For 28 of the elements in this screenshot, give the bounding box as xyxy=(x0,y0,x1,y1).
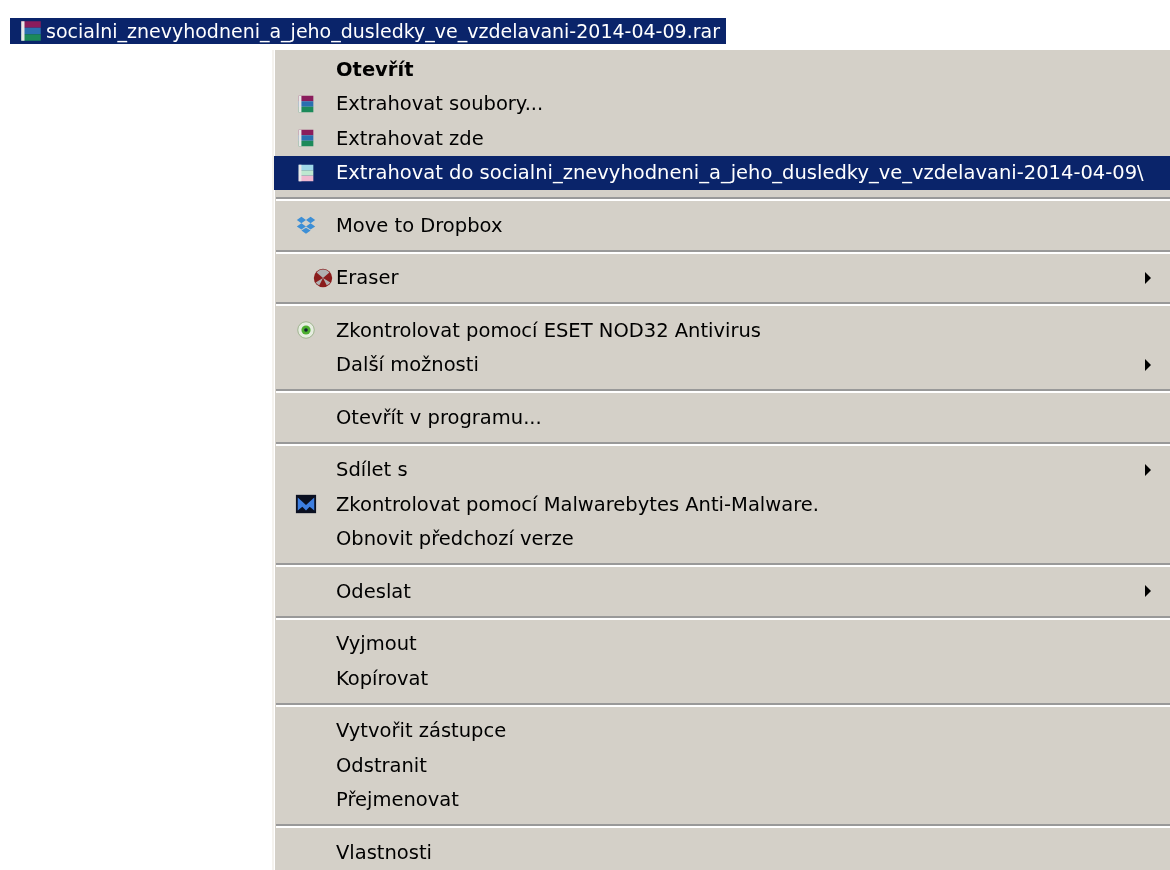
menu-item[interactable]: Otevřít v programu... xyxy=(274,400,1170,435)
menu-item[interactable]: Obnovit předchozí verze xyxy=(274,521,1170,556)
menu-item[interactable]: Otevřít xyxy=(274,52,1170,87)
menu-item[interactable]: Extrahovat soubory... xyxy=(274,86,1170,121)
menu-item[interactable]: Odstranit xyxy=(274,748,1170,783)
menu-item[interactable]: Odeslat xyxy=(274,574,1170,609)
submenu-arrow-icon xyxy=(1144,584,1152,599)
submenu-arrow-icon xyxy=(1144,462,1152,477)
menu-item[interactable]: Move to Dropbox xyxy=(274,208,1170,243)
menu-item[interactable]: Další možnosti xyxy=(274,347,1170,382)
eye-icon xyxy=(295,319,317,342)
menu-item[interactable]: Vyjmout xyxy=(274,626,1170,661)
menu-item[interactable]: Eraser xyxy=(274,260,1170,295)
menu-item[interactable]: Zkontrolovat pomocí Malwarebytes Anti-Malware. xyxy=(274,487,1170,522)
menu-item[interactable]: Extrahovat zde xyxy=(274,121,1170,156)
menu-item[interactable]: Zkontrolovat pomocí ESET NOD32 Antivirus xyxy=(274,313,1170,348)
submenu-arrow-icon xyxy=(1144,357,1152,372)
file-item[interactable]: socialni_znevyhodneni_a_jeho_dusledky_ve_vzdelavani-2014-04-09.rar xyxy=(10,18,726,44)
m-logo-icon xyxy=(295,493,317,516)
menu-item[interactable]: Vytvořit zástupce xyxy=(274,713,1170,748)
submenu-arrow-icon xyxy=(1144,270,1152,285)
menu-item[interactable]: Vlastnosti xyxy=(274,835,1170,870)
menu-item[interactable]: Přejmenovat xyxy=(274,782,1170,817)
menu-item[interactable]: Sdílet s xyxy=(274,452,1170,487)
menu-item[interactable]: Kopírovat xyxy=(274,661,1170,696)
menu-item[interactable]: Extrahovat do socialni_znevyhodneni_a_jeho_dusledky_ve_vzdelavani-2014-04-09\ xyxy=(274,155,1170,190)
eraser-icon xyxy=(312,266,334,289)
books-icon xyxy=(18,18,44,44)
